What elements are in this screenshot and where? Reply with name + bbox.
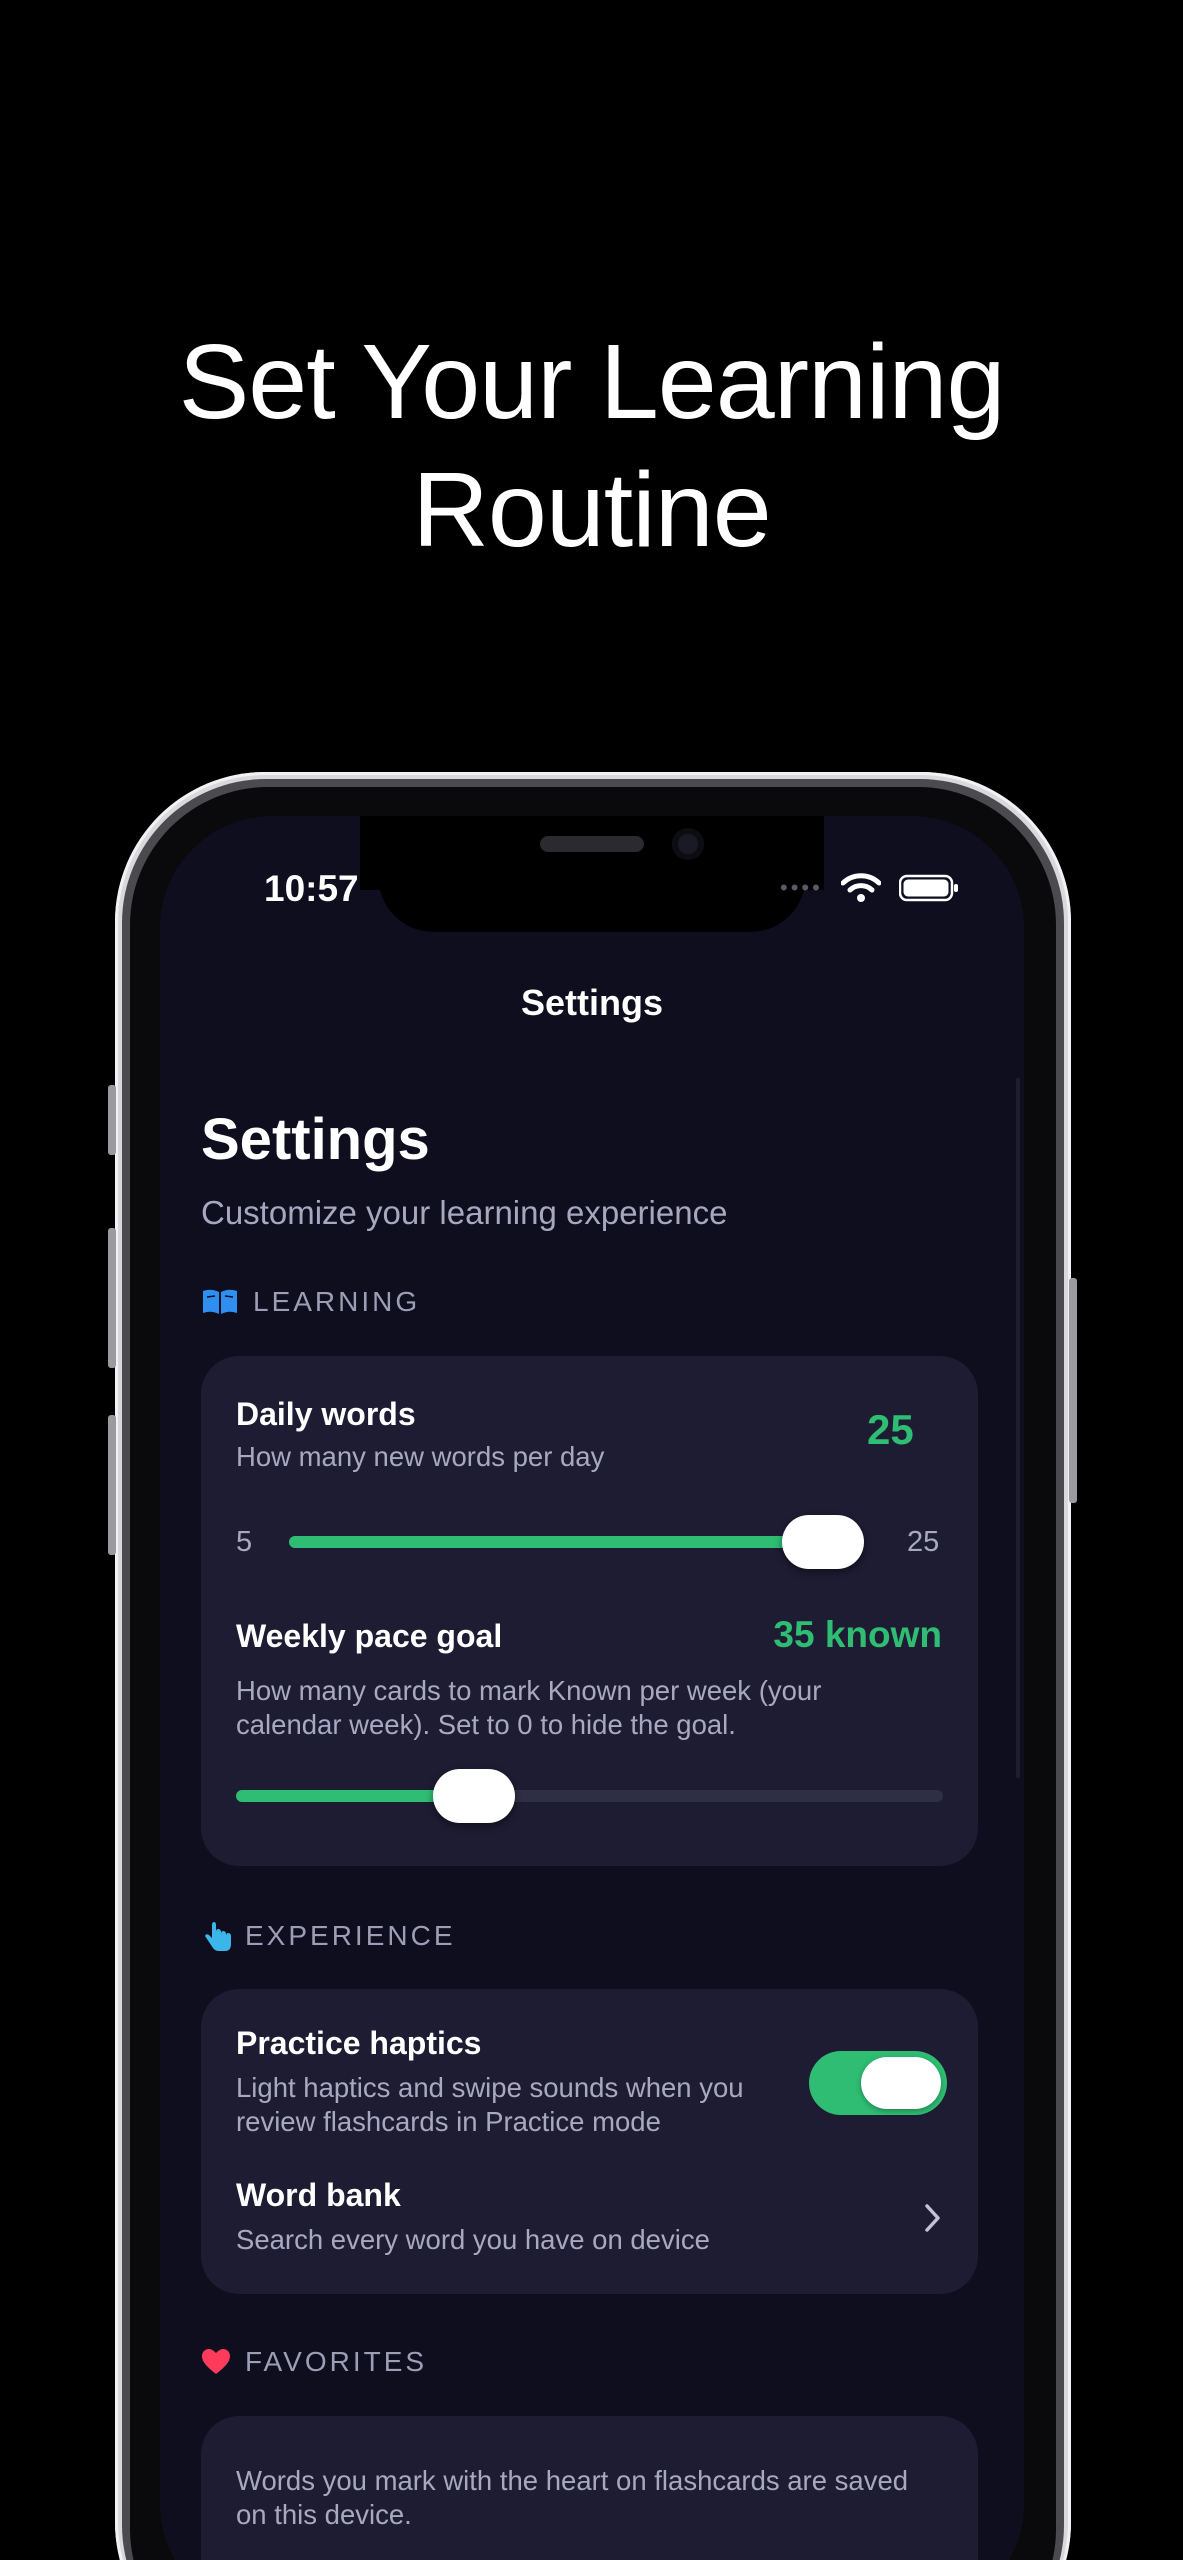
word-bank-row[interactable]: Word bank Search every word you have on … (201, 2159, 978, 2279)
favorites-card: Words you mark with the heart on flashca… (201, 2416, 978, 2560)
signal-dots-icon: •••• (780, 875, 823, 900)
learning-card: Daily words How many new words per day 2… (201, 1356, 978, 1866)
hand-tap-icon (205, 1922, 231, 1951)
weekly-pace-value: 35 known (773, 1614, 942, 1655)
headline-line-1: Set Your Learning (178, 323, 1006, 441)
daily-words-max-label: 25 (907, 1526, 940, 1558)
app-store-screenshot: Set Your Learning Routine 10:57 •••• Set… (0, 0, 1183, 2560)
battery-icon (898, 874, 958, 902)
toggle-knob (861, 2057, 941, 2109)
weekly-pace-slider-track[interactable] (236, 1790, 943, 1802)
daily-words-title: Daily words (236, 1396, 416, 1432)
daily-words-slider-fill (289, 1536, 823, 1548)
section-header-favorites: FAVORITES (201, 2346, 427, 2378)
power-button (1069, 1278, 1077, 1503)
earpiece-speaker (540, 836, 644, 852)
weekly-pace-title: Weekly pace goal (236, 1618, 503, 1654)
practice-haptics-toggle[interactable] (809, 2051, 947, 2115)
volume-down-button (108, 1415, 116, 1555)
practice-haptics-description: Light haptics and swipe sounds when you … (236, 2072, 744, 2137)
daily-words-min-label: 5 (236, 1526, 253, 1558)
heart-icon (202, 2349, 230, 2374)
word-bank-description: Search every word you have on device (236, 2224, 710, 2255)
section-header-learning: LEARNING (201, 1286, 420, 1318)
phone-screen: 10:57 •••• Settings Settings Customize y… (160, 816, 1024, 2560)
weekly-pace-description: How many cards to mark Known per week (y… (236, 1675, 822, 1740)
word-bank-title: Word bank (236, 2177, 401, 2213)
wifi-icon (840, 873, 881, 902)
nav-title: Settings (520, 982, 663, 1023)
status-icons: •••• (780, 868, 959, 908)
book-icon (203, 1289, 237, 1314)
chevron-right-icon (925, 2204, 940, 2232)
status-time: 10:57 (264, 868, 359, 909)
front-camera (672, 828, 704, 860)
marketing-headline: Set Your Learning Routine (0, 318, 1183, 574)
section-label-learning: LEARNING (253, 1286, 421, 1317)
practice-haptics-title: Practice haptics (236, 2025, 482, 2061)
page-subtitle: Customize your learning experience (201, 1194, 728, 1231)
daily-words-value: 25 (867, 1406, 914, 1453)
scroll-indicator[interactable] (1016, 1078, 1020, 1778)
headline-line-2: Routine (412, 451, 771, 569)
volume-up-button (108, 1228, 116, 1368)
notch (378, 816, 806, 932)
daily-words-slider-track[interactable] (289, 1536, 864, 1548)
daily-words-description: How many new words per day (236, 1441, 605, 1472)
section-header-experience: EXPERIENCE (201, 1919, 456, 1953)
silent-switch (108, 1085, 116, 1155)
daily-words-slider-thumb[interactable] (782, 1515, 864, 1569)
favorites-description: Words you mark with the heart on flashca… (236, 2465, 909, 2530)
weekly-pace-slider-thumb[interactable] (432, 1769, 515, 1823)
section-label-experience: EXPERIENCE (245, 1920, 456, 1951)
experience-card: Practice haptics Light haptics and swipe… (201, 1989, 978, 2294)
section-label-favorites: FAVORITES (245, 2346, 428, 2377)
page-title: Settings (201, 1107, 430, 1172)
